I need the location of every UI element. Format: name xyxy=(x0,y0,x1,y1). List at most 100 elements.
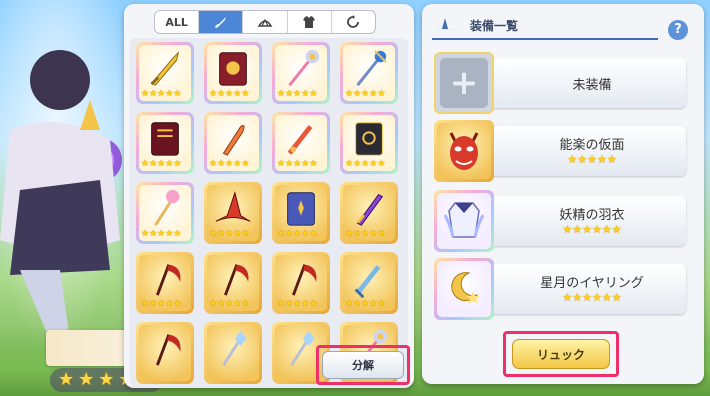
item-slot-inner: ★ ★ ★ ★ ★ xyxy=(207,185,259,241)
inventory-item-slot[interactable]: ★ ★ ★ ★ ★ xyxy=(136,182,194,244)
equip-rarity-stars: ★ ★ ★ ★ ★ ★ xyxy=(498,292,686,303)
filter-tab-weapon[interactable] xyxy=(199,11,244,33)
star-icon: ★ xyxy=(572,223,583,236)
equipment-panel: 装備一覧 ? + 未装備 能楽の仮面 ★ ★ ★ ★ ★ 妖精の羽衣 ★ ★ ★… xyxy=(422,4,704,384)
star-icon: ★ xyxy=(592,223,602,236)
equip-slot-robe[interactable]: 妖精の羽衣 ★ ★ ★ ★ ★ ★ xyxy=(434,190,686,252)
character-illustration xyxy=(0,50,122,340)
star-icon: ★ xyxy=(78,369,95,390)
star-icon: ★ xyxy=(149,299,158,309)
star-icon: ★ xyxy=(241,159,250,169)
decompose-button[interactable]: 分解 xyxy=(322,351,404,379)
crimson-tome-icon xyxy=(151,122,179,156)
inventory-item-slot[interactable]: ★ ★ ★ ★ ★ xyxy=(204,42,262,104)
item-rarity-stars: ★ ★ ★ ★ ★ xyxy=(345,90,385,99)
armor-icon xyxy=(303,16,316,28)
item-rarity-stars: ★ ★ ★ ★ ★ xyxy=(141,230,181,239)
backpack-button[interactable]: リュック xyxy=(512,339,610,369)
inventory-item-slot[interactable]: ★ ★ ★ ★ ★ xyxy=(204,252,262,314)
plus-icon: + xyxy=(440,58,488,108)
star-icon: ★ xyxy=(562,223,573,236)
dark-grimoire-icon xyxy=(355,122,383,156)
inventory-item-slot[interactable]: ★ ★ ★ ★ ★ xyxy=(340,252,398,314)
filter-tab-accessory[interactable] xyxy=(332,11,375,33)
blue-book-icon xyxy=(287,192,315,226)
inventory-item-slot[interactable] xyxy=(204,322,262,384)
moon-earring-icon xyxy=(451,272,480,304)
headgear-icon xyxy=(257,18,273,27)
header-divider xyxy=(432,38,658,40)
inventory-item-slot[interactable]: ★ ★ ★ ★ ★ xyxy=(340,112,398,174)
item-slot-inner: ★ ★ ★ ★ ★ xyxy=(343,255,395,311)
star-icon: ★ xyxy=(209,159,218,169)
inventory-item-slot[interactable]: ★ ★ ★ ★ ★ xyxy=(272,112,330,174)
star-icon: ★ xyxy=(217,89,226,99)
filter-tab-headgear[interactable] xyxy=(243,11,288,33)
star-icon: ★ xyxy=(587,153,597,166)
equip-icon-frame xyxy=(434,120,494,182)
star-icon: ★ xyxy=(611,223,622,236)
item-slot-inner: ★ ★ ★ ★ ★ xyxy=(139,255,191,311)
inventory-item-slot[interactable]: ★ ★ ★ ★ ★ xyxy=(136,112,194,174)
inventory-item-slot[interactable] xyxy=(136,322,194,384)
item-slot-inner: ★ ★ ★ ★ ★ xyxy=(275,185,327,241)
star-icon: ★ xyxy=(285,229,294,239)
star-icon: ★ xyxy=(58,369,75,390)
star-icon: ★ xyxy=(309,299,318,309)
ice-sword-icon xyxy=(354,265,381,299)
item-slot-inner: ★ ★ ★ ★ ★ xyxy=(207,115,259,171)
star-icon: ★ xyxy=(173,299,182,309)
star-icon: ★ xyxy=(377,159,386,169)
star-icon: ★ xyxy=(601,291,612,304)
star-icon: ★ xyxy=(217,229,226,239)
oni-mask-icon xyxy=(449,132,479,170)
filter-tab-armor[interactable] xyxy=(288,11,332,33)
inventory-item-slot[interactable]: ★ ★ ★ ★ ★ xyxy=(136,252,194,314)
star-icon: ★ xyxy=(309,89,318,99)
equip-slot-name: 能楽の仮面 xyxy=(559,138,625,153)
help-icon[interactable]: ? xyxy=(668,20,688,40)
star-icon: ★ xyxy=(377,299,386,309)
filter-tab-all[interactable]: ALL xyxy=(155,11,200,33)
witch-hat-icon xyxy=(436,18,454,31)
item-rarity-stars: ★ ★ ★ ★ ★ xyxy=(209,90,249,99)
star-icon: ★ xyxy=(353,159,362,169)
equip-slot-earring[interactable]: 星月のイヤリング ★ ★ ★ ★ ★ ★ xyxy=(434,258,686,320)
inventory-item-slot[interactable]: ★ ★ ★ ★ ★ xyxy=(204,112,262,174)
item-rarity-stars: ★ ★ ★ ★ ★ xyxy=(345,230,385,239)
item-slot-inner: ★ ★ ★ ★ ★ xyxy=(275,115,327,171)
star-icon: ★ xyxy=(209,229,218,239)
star-icon: ★ xyxy=(572,291,583,304)
item-grid-scroll[interactable]: ★ ★ ★ ★ ★ ★ ★ ★ ★ ★ ★ ★ ★ ★ ★ ★ ★ ★ ★ ★ ★ ★ ★ ★ ★ ★ ★ ★ ★ ★ ★ ★ ★ ★ ★ ★ ★ ★ ★ ★… xyxy=(130,38,408,388)
star-icon: ★ xyxy=(141,229,150,239)
item-rarity-stars: ★ ★ ★ ★ ★ xyxy=(277,90,317,99)
item-slot-inner xyxy=(139,325,191,381)
item-slot-inner: ★ ★ ★ ★ ★ xyxy=(275,255,327,311)
star-icon: ★ xyxy=(353,229,362,239)
inventory-item-slot[interactable]: ★ ★ ★ ★ ★ xyxy=(204,182,262,244)
inventory-item-slot[interactable]: ★ ★ ★ ★ ★ xyxy=(340,42,398,104)
inventory-item-slot[interactable]: ★ ★ ★ ★ ★ xyxy=(136,42,194,104)
equip-slot-mask[interactable]: 能楽の仮面 ★ ★ ★ ★ ★ xyxy=(434,120,686,182)
item-rarity-stars: ★ ★ ★ ★ ★ xyxy=(277,160,317,169)
star-icon: ★ xyxy=(606,153,617,166)
equip-rarity-stars: ★ ★ ★ ★ ★ xyxy=(498,154,686,165)
equip-slot-empty[interactable]: + 未装備 xyxy=(434,52,686,114)
item-grid: ★ ★ ★ ★ ★ ★ ★ ★ ★ ★ ★ ★ ★ ★ ★ ★ ★ ★ ★ ★ ★ ★ ★ ★ ★ ★ ★ ★ ★ ★ ★ ★ ★ ★ ★ ★ ★ ★ ★ ★… xyxy=(136,42,398,388)
star-icon: ★ xyxy=(277,229,286,239)
inventory-item-slot[interactable]: ★ ★ ★ ★ ★ xyxy=(272,252,330,314)
item-slot-inner: ★ ★ ★ ★ ★ xyxy=(343,115,395,171)
inventory-item-slot[interactable]: ★ ★ ★ ★ ★ xyxy=(272,42,330,104)
star-icon: ★ xyxy=(562,291,573,304)
item-rarity-stars: ★ ★ ★ ★ ★ xyxy=(209,160,249,169)
star-icon: ★ xyxy=(309,159,318,169)
star-icon: ★ xyxy=(285,159,294,169)
star-icon: ★ xyxy=(277,159,286,169)
star-icon: ★ xyxy=(596,153,607,166)
star-icon: ★ xyxy=(217,299,226,309)
star-icon: ★ xyxy=(277,299,286,309)
inventory-item-slot[interactable]: ★ ★ ★ ★ ★ xyxy=(340,182,398,244)
inventory-item-slot[interactable]: ★ ★ ★ ★ ★ xyxy=(272,182,330,244)
weapon-icon xyxy=(214,17,226,29)
empty-slot-frame: + xyxy=(434,52,494,114)
